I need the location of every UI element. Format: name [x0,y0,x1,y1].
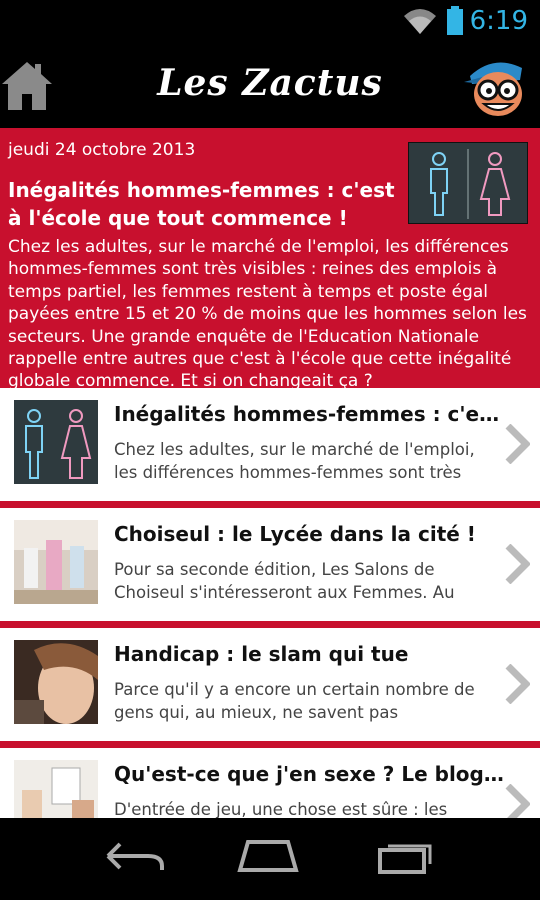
chevron-right-icon [505,784,530,818]
article-description: D'entrée de jeu, une chose est sûre : le… [114,800,448,818]
battery-icon [447,6,463,35]
article-thumbnail [14,640,98,724]
navigation-bar [0,820,540,900]
article-title: Choiseul : le Lycée dans la cité ! [114,522,476,546]
recent-apps-icon[interactable] [376,836,440,876]
home-nav-icon[interactable] [236,836,300,876]
featured-body: Chez les adultes, sur le marché de l'emp… [8,237,527,388]
app-title: Les Zactus [157,62,383,104]
status-time: 6:19 [469,6,528,36]
list-item[interactable]: Handicap : le slam qui tue Parce qu'il y… [0,628,540,748]
chevron-right-icon [505,664,530,704]
featured-date: jeudi 24 octobre 2013 [8,140,196,160]
article-list: Inégalités hommes-femmes : c'est à l'éco… [0,388,540,818]
mascot-logo[interactable] [462,54,528,120]
chevron-right-icon [505,424,530,464]
list-item[interactable]: Inégalités hommes-femmes : c'est à l'éco… [0,388,540,508]
list-item[interactable]: Qu'est-ce que j'en sexe ? Le blog qui ré… [0,748,540,818]
status-bar: 6:19 [0,0,540,44]
wifi-icon [404,9,436,34]
article-title: Qu'est-ce que j'en sexe ? Le blog qui ré… [114,762,504,786]
article-description: Chez les adultes, sur le marché de l'emp… [114,440,475,482]
featured-article[interactable]: jeudi 24 octobre 2013 Inégalités hommes-… [0,128,540,388]
list-item[interactable]: Choiseul : le Lycée dans la cité ! Pour … [0,508,540,628]
app-bar: Les Zactus [0,44,540,128]
article-thumbnail [14,520,98,604]
article-thumbnail [14,400,98,484]
featured-thumbnail [408,142,528,224]
article-title: Inégalités hommes-femmes : c'est à l'éco… [114,402,504,426]
back-icon[interactable] [104,836,168,876]
article-description: Parce qu'il y a encore un certain nombre… [114,680,475,722]
article-description: Pour sa seconde édition, Les Salons de C… [114,560,455,602]
featured-title: Inégalités hommes-femmes : c'est à l'éco… [8,178,395,230]
article-title: Handicap : le slam qui tue [114,642,409,666]
article-thumbnail [14,760,98,818]
chevron-right-icon [505,544,530,584]
